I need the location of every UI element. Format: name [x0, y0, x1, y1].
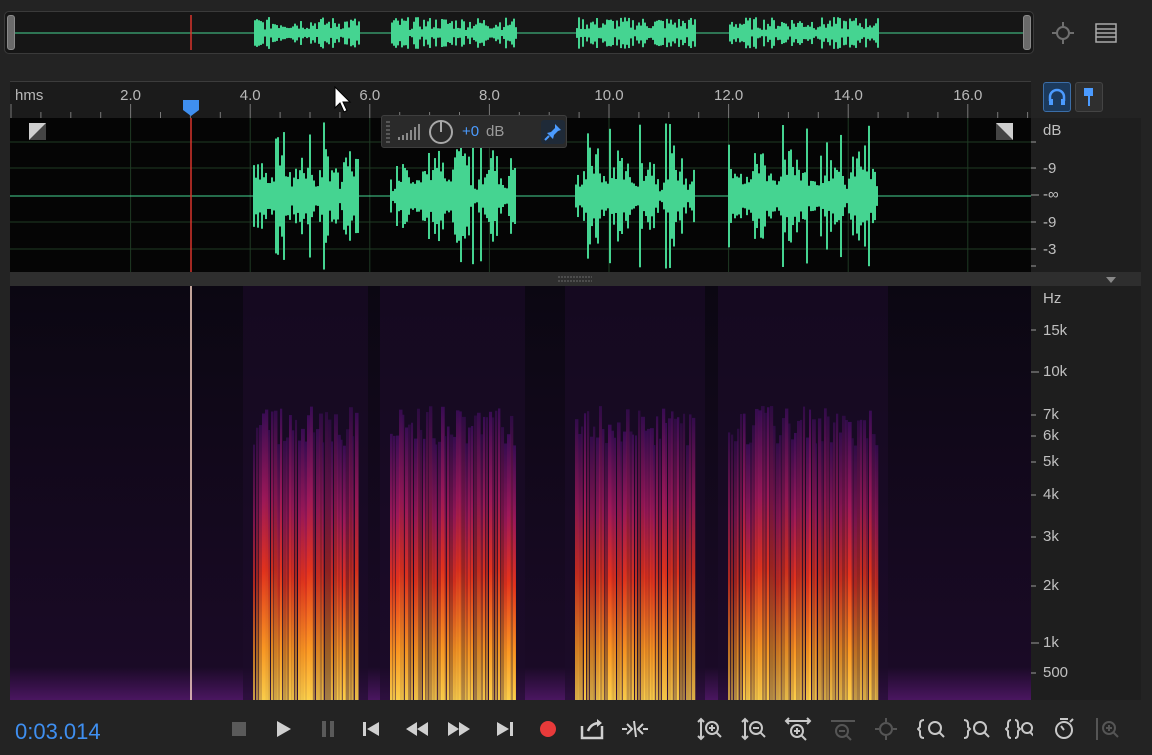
- zoom-out-time-icon: [1005, 719, 1033, 739]
- fade-in-handle[interactable]: [29, 123, 46, 140]
- zoom-reset-button[interactable]: [1050, 715, 1078, 743]
- hz-label: 4k: [1043, 486, 1059, 503]
- hz-label: 3k: [1043, 528, 1059, 545]
- zoom-in-time-button[interactable]: [784, 715, 812, 743]
- pin-icon: [544, 124, 561, 141]
- pause-button[interactable]: [314, 715, 342, 743]
- skip-to-end-button[interactable]: [491, 715, 519, 743]
- overview-navigator[interactable]: [4, 11, 1034, 54]
- headphones-icon: [1048, 88, 1066, 105]
- ruler-tick-label: 16.0: [953, 87, 983, 104]
- hz-label: 7k: [1043, 406, 1059, 423]
- playhead-marker-icon[interactable]: [182, 99, 200, 119]
- divider-grip-icon[interactable]: [557, 276, 593, 282]
- hz-label: 10k: [1043, 363, 1068, 380]
- fast-forward-icon: [448, 722, 470, 736]
- zoom-out-full-button[interactable]: [829, 715, 857, 743]
- signal-level-icon: [398, 124, 420, 140]
- mouse-cursor-icon: [334, 86, 352, 113]
- pin-hud-button[interactable]: [541, 120, 565, 144]
- hz-label: 15k: [1043, 322, 1068, 339]
- skip-to-end-icon: [497, 722, 513, 736]
- zoom-in-amplitude-button[interactable]: [696, 715, 724, 743]
- db-label: -∞: [1043, 186, 1059, 203]
- overview-right-handle[interactable]: [1023, 15, 1031, 50]
- volume-hud[interactable]: +0 dB: [381, 115, 567, 148]
- ruler-tick-label: 4.0: [239, 87, 261, 104]
- ruler-tick-label: 6.0: [359, 87, 381, 104]
- db-label: -3: [1043, 241, 1057, 258]
- marker-pin-icon: [1084, 88, 1093, 106]
- loop-playback-button[interactable]: [578, 715, 606, 743]
- zoom-reset-icon: [1055, 718, 1074, 739]
- db-unit-label: dB: [1043, 122, 1062, 139]
- zoom-extra-icon: [1096, 718, 1119, 740]
- frequency-scale[interactable]: Hz 15k 10k 7k 6k 5k 4k 3k 2k 1k 500: [1031, 286, 1141, 700]
- amplitude-scale[interactable]: dB -9 -∞ -9 -3: [1031, 118, 1141, 272]
- marker-pin-button[interactable]: [1075, 82, 1103, 112]
- hz-label: 2k: [1043, 577, 1059, 594]
- skip-to-start-icon: [363, 722, 379, 736]
- hz-label: 6k: [1043, 427, 1059, 444]
- ruler-tick-label: 10.0: [594, 87, 624, 104]
- zoom-out-time-button[interactable]: [1005, 715, 1033, 743]
- zoom-out-full-icon: [831, 720, 855, 741]
- zoom-in-right-icon: [963, 719, 990, 739]
- time-ruler[interactable]: hms 2.0 4.0 6.0 8.0 10.0 12.0 14.0 16.0: [10, 81, 1031, 119]
- zoom-extra-button[interactable]: [1094, 715, 1122, 743]
- zoom-out-amplitude-icon: [741, 717, 766, 741]
- play-icon: [277, 721, 291, 737]
- zoom-out-amplitude-button[interactable]: [740, 715, 768, 743]
- spectrogram-panel[interactable]: [10, 286, 1031, 700]
- zoom-in-left-button[interactable]: [917, 715, 945, 743]
- chevron-down-icon[interactable]: [1105, 276, 1117, 284]
- stop-icon: [232, 722, 246, 736]
- volume-value[interactable]: +0: [462, 123, 479, 140]
- zoom-selection-button[interactable]: [873, 715, 901, 743]
- pause-icon: [322, 721, 334, 737]
- ruler-tick-label: 2.0: [120, 87, 142, 104]
- volume-knob-icon[interactable]: [427, 118, 455, 146]
- ruler-tick-label: 12.0: [713, 87, 744, 104]
- zoom-in-time-icon: [784, 717, 812, 741]
- zoom-in-left-icon: [917, 719, 945, 739]
- current-time-display[interactable]: 0:03.014: [15, 719, 101, 745]
- play-button[interactable]: [269, 715, 297, 743]
- skip-to-start-button[interactable]: [357, 715, 385, 743]
- zoom-fit-icon[interactable]: [1048, 18, 1078, 48]
- hz-label: 500: [1043, 664, 1069, 681]
- db-label: -9: [1043, 214, 1057, 231]
- overview-waveform: [15, 15, 1025, 50]
- panel-divider[interactable]: [10, 272, 1141, 286]
- overview-left-handle[interactable]: [7, 15, 15, 50]
- rewind-icon: [406, 722, 428, 736]
- menu-icon[interactable]: [1091, 18, 1121, 48]
- ruler-tick-label: 14.0: [833, 87, 863, 104]
- fade-out-handle[interactable]: [996, 123, 1013, 140]
- zoom-in-right-button[interactable]: [962, 715, 990, 743]
- headphones-button[interactable]: [1043, 82, 1071, 112]
- hz-unit-label: Hz: [1043, 290, 1062, 307]
- volume-unit: dB: [486, 123, 505, 140]
- skip-selection-icon: [622, 720, 648, 738]
- skip-selection-button[interactable]: [621, 715, 649, 743]
- hud-grip-icon[interactable]: [384, 120, 392, 144]
- db-label: -9: [1043, 160, 1057, 177]
- zoom-in-amplitude-icon: [697, 717, 722, 741]
- hz-label: 1k: [1043, 634, 1059, 651]
- ruler-tick-label: 8.0: [478, 87, 500, 104]
- record-icon: [540, 721, 556, 737]
- hz-label: 5k: [1043, 453, 1059, 470]
- ruler-ticks: [10, 104, 1029, 119]
- stop-button[interactable]: [225, 715, 253, 743]
- record-button[interactable]: [534, 715, 562, 743]
- fast-forward-button[interactable]: [445, 715, 473, 743]
- loop-playback-icon: [580, 719, 604, 740]
- zoom-selection-icon: [875, 718, 897, 740]
- rewind-button[interactable]: [403, 715, 431, 743]
